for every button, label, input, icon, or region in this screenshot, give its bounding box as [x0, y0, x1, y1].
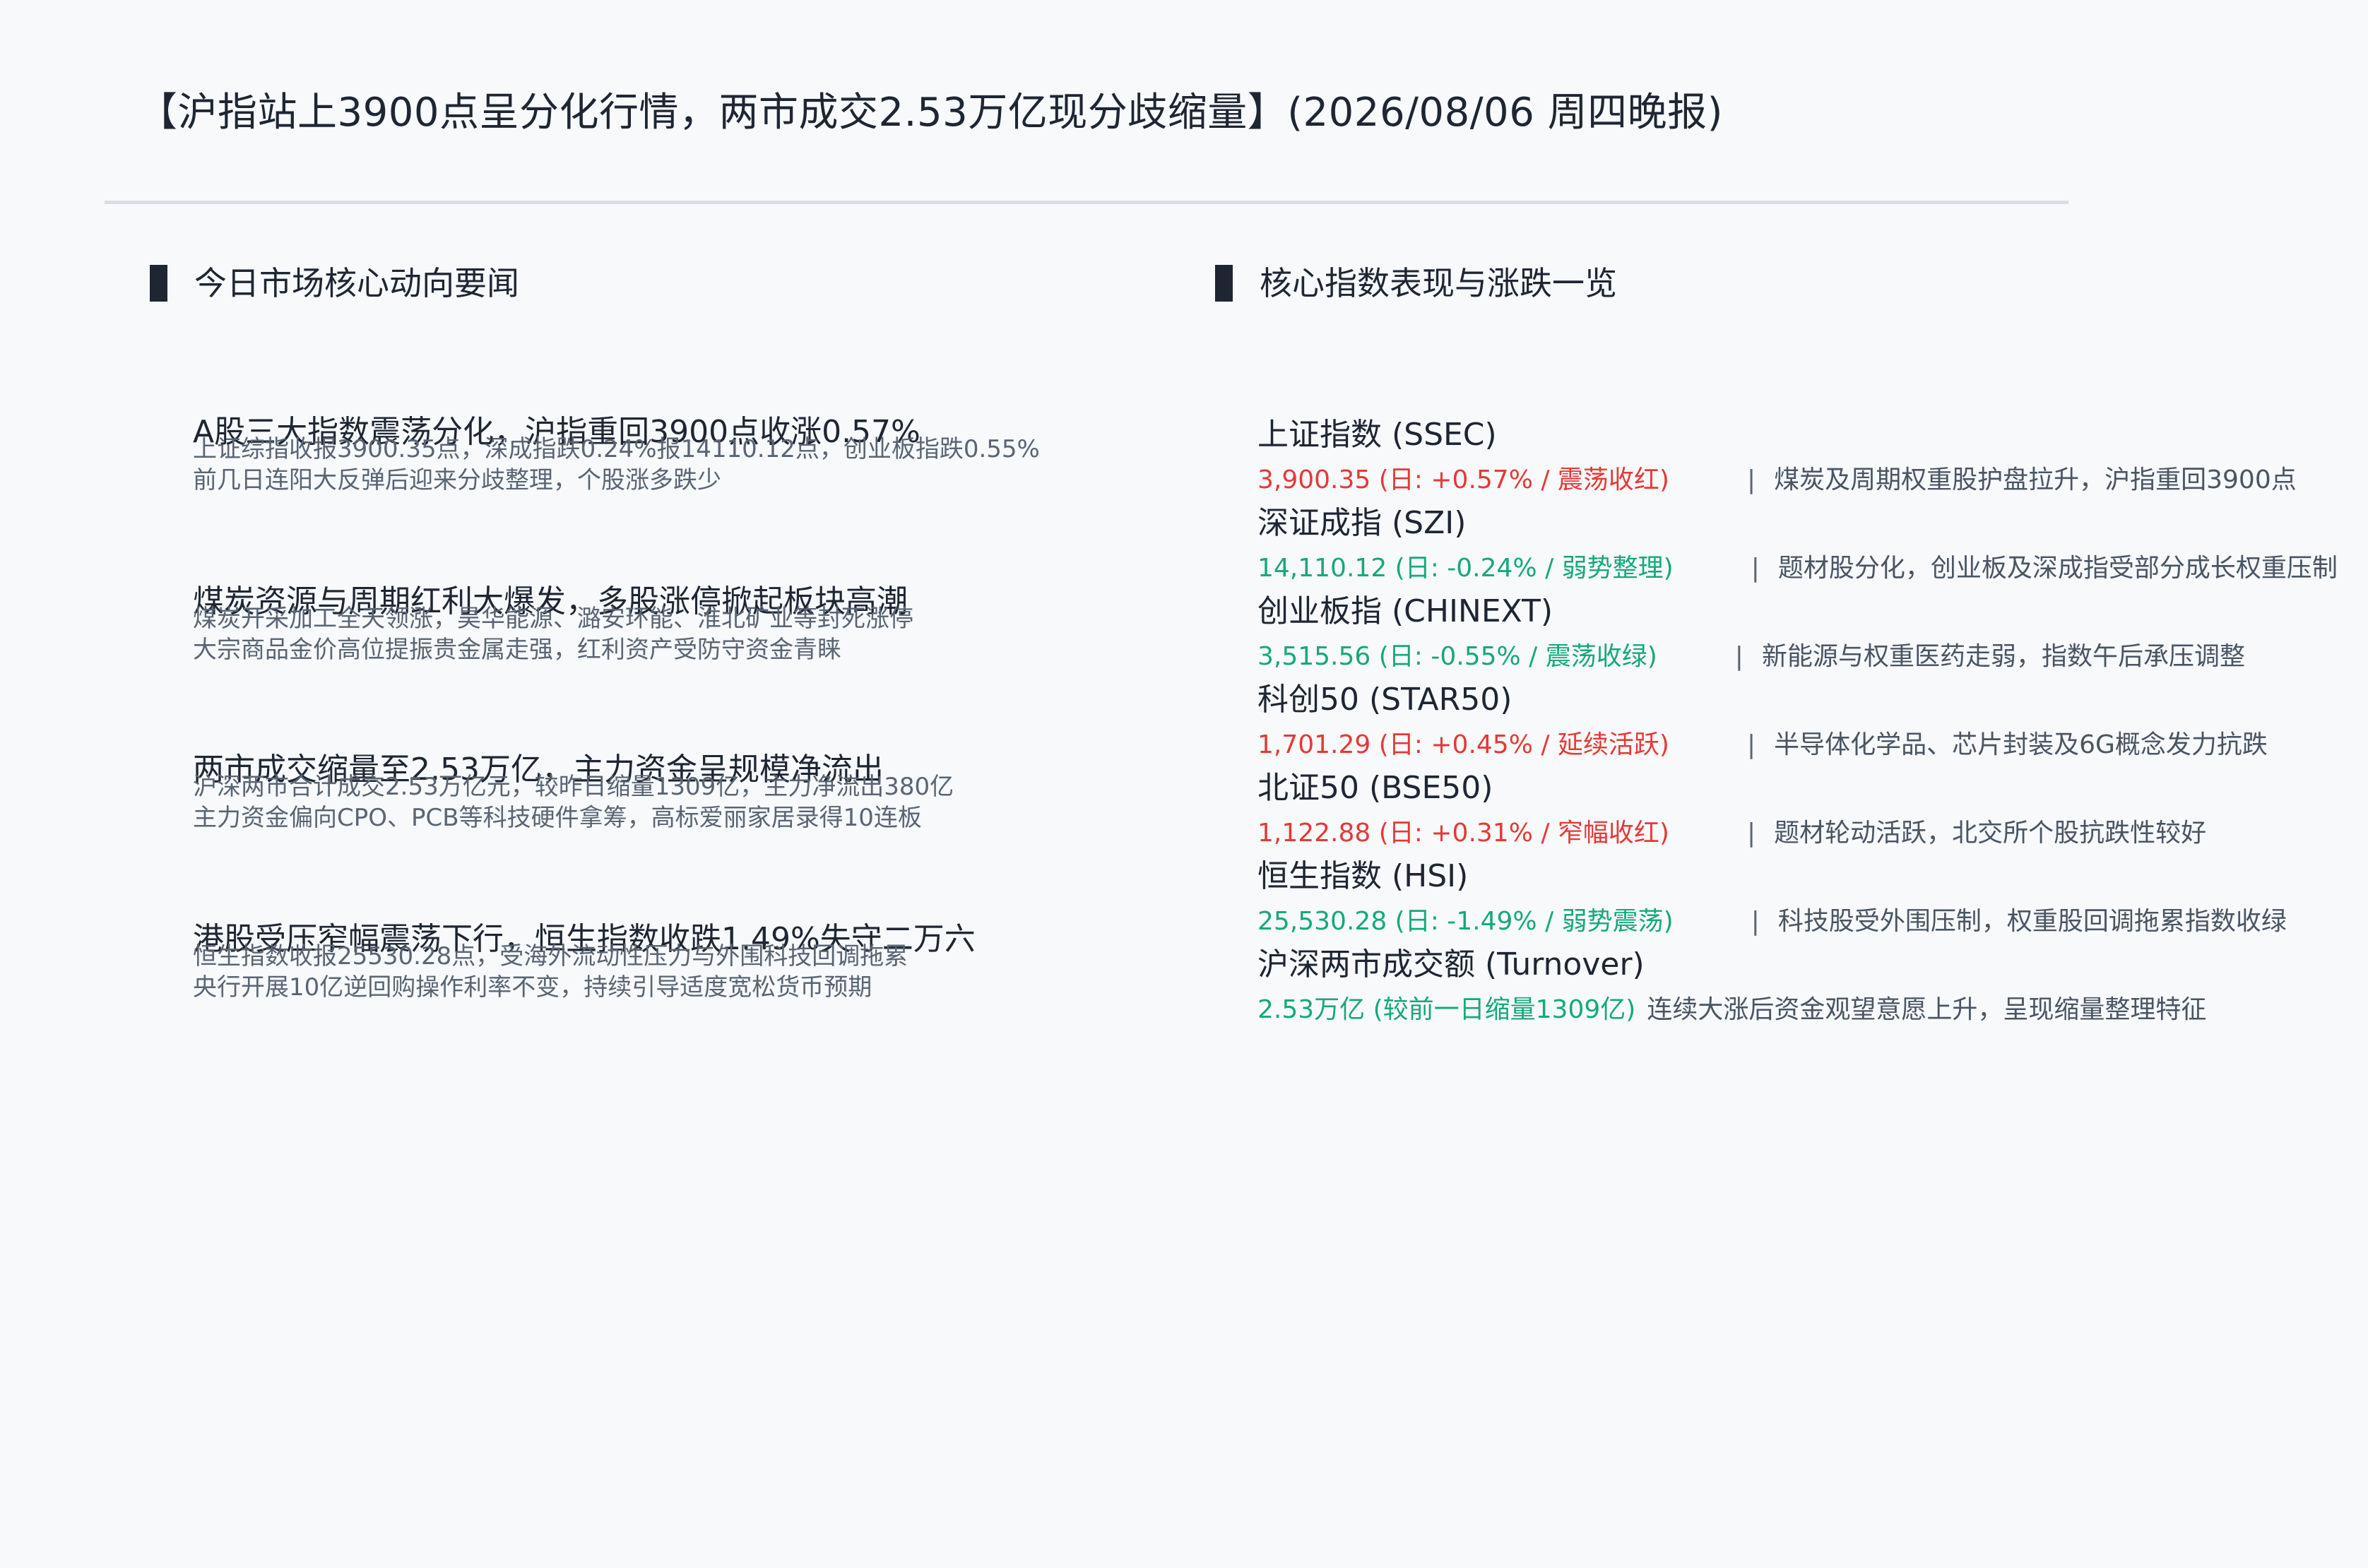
separator: |	[1746, 819, 1756, 848]
section-marker	[1215, 265, 1233, 302]
section-marker	[150, 265, 167, 302]
index-comment: 科技股受外围压制，权重股回调拖累指数收绿	[1777, 907, 2287, 936]
index-comment: 半导体化学品、芯片封装及6G概念发力抗跌	[1774, 730, 2268, 759]
index-row: 25,530.28 (日: -1.49% / 弱势震荡) | 科技股受外围压制，…	[1257, 905, 2360, 939]
index-value: 3,900.35 (日: +0.57% / 震荡收红)	[1257, 465, 1669, 494]
title-divider	[105, 201, 2068, 204]
news-item: 煤炭资源与周期红利大爆发，多股涨停掀起板块高潮 煤炭开采加工全天领涨，昊华能源、…	[193, 583, 1182, 665]
news-detail: 大宗商品金价高位提振贵金属走强，红利资产受防守资金青睐	[193, 636, 841, 664]
index-name: 深证成指 (SZI)	[1257, 505, 1467, 541]
news-detail: 恒生指数收报25530.28点，受海外流动性压力与外围科技回调拖累	[193, 942, 908, 970]
turnover-comment: 连续大涨后资金观望意愿上升，呈现缩量整理特征	[1647, 995, 2207, 1024]
index-row: 14,110.12 (日: -0.24% / 弱势整理) | 题材股分化，创业板…	[1257, 552, 2360, 586]
separator: |	[1746, 465, 1756, 494]
news-detail: 前几日连阳大反弹后迎来分歧整理，个股涨多跌少	[193, 466, 721, 494]
index-name: 创业板指 (CHINEXT)	[1257, 593, 1553, 629]
news-detail: 央行开展10亿逆回购操作利率不变，持续引导适度宽松货币预期	[193, 973, 872, 1002]
turnover-entry: 沪深两市成交额 (Turnover) 2.53万亿 (较前一日缩量1309亿) …	[1257, 945, 2360, 1027]
page-title: 【沪指站上3900点呈分化行情，两市成交2.53万亿现分歧缩量】(2026/08…	[138, 90, 1723, 136]
index-comment: 新能源与权重医药走弱，指数午后承压调整	[1761, 642, 2245, 671]
index-value: 25,530.28 (日: -1.49% / 弱势震荡)	[1257, 907, 1674, 936]
index-row: 3,900.35 (日: +0.57% / 震荡收红) | 煤炭及周期权重股护盘…	[1257, 463, 2360, 497]
index-entry: 恒生指数 (HSI) 25,530.28 (日: -1.49% / 弱势震荡) …	[1257, 857, 2360, 939]
news-detail: 主力资金偏向CPO、PCB等科技硬件拿筹，高标爱丽家居录得10连板	[193, 804, 922, 832]
index-name: 恒生指数 (HSI)	[1257, 858, 1469, 894]
index-value: 3,515.56 (日: -0.55% / 震荡收绿)	[1257, 642, 1657, 671]
index-name: 北证50 (BSE50)	[1257, 770, 1493, 806]
separator: |	[1751, 907, 1760, 936]
index-entry: 北证50 (BSE50) 1,122.88 (日: +0.31% / 窄幅收红)…	[1257, 768, 2360, 850]
index-comment: 题材股分化，创业板及深成指受部分成长权重压制	[1777, 554, 2338, 583]
index-row: 1,122.88 (日: +0.31% / 窄幅收红) | 题材轮动活跃，北交所…	[1257, 816, 2360, 850]
index-entry: 上证指数 (SSEC) 3,900.35 (日: +0.57% / 震荡收红) …	[1257, 415, 2360, 497]
news-item: 港股受压窄幅震荡下行，恒生指数收跌1.49%失守二万六 恒生指数收报25530.…	[193, 921, 1182, 1003]
turnover-value: 2.53万亿 (较前一日缩量1309亿)	[1257, 995, 1636, 1024]
index-name: 科创50 (STAR50)	[1257, 682, 1512, 718]
index-value: 1,701.29 (日: +0.45% / 延续活跃)	[1257, 730, 1669, 759]
news-section-title: 今日市场核心动向要闻	[194, 264, 519, 302]
index-value: 14,110.12 (日: -0.24% / 弱势整理)	[1257, 554, 1674, 583]
index-value: 1,122.88 (日: +0.31% / 窄幅收红)	[1257, 819, 1669, 848]
index-section-header: 核心指数表现与涨跌一览	[1215, 260, 1617, 307]
index-row: 1,701.29 (日: +0.45% / 延续活跃) | 半导体化学品、芯片封…	[1257, 728, 2360, 762]
news-detail: 煤炭开采加工全天领涨，昊华能源、潞安环能、淮北矿业等封死涨停	[193, 605, 913, 633]
news-detail: 沪深两市合计成交2.53万亿元，较昨日缩量1309亿，主力净流出380亿	[193, 773, 954, 801]
news-item: 两市成交缩量至2.53万亿，主力资金呈规模净流出 沪深两市合计成交2.53万亿元…	[193, 752, 1182, 833]
index-comment: 题材轮动活跃，北交所个股抗跌性较好	[1774, 819, 2207, 848]
index-row: 3,515.56 (日: -0.55% / 震荡收绿) | 新能源与权重医药走弱…	[1257, 640, 2360, 674]
index-section-title: 核心指数表现与涨跌一览	[1260, 264, 1617, 302]
news-detail: 上证综指收报3900.35点，深成指跌0.24%报14110.12点，创业板指跌…	[193, 435, 1040, 463]
news-section-header: 今日市场核心动向要闻	[150, 260, 519, 307]
index-comment: 煤炭及周期权重股护盘拉升，沪指重回3900点	[1774, 465, 2297, 494]
separator: |	[1751, 554, 1760, 583]
index-name: 上证指数 (SSEC)	[1257, 417, 1497, 453]
index-entry: 深证成指 (SZI) 14,110.12 (日: -0.24% / 弱势整理) …	[1257, 504, 2360, 586]
turnover-name: 沪深两市成交额 (Turnover)	[1257, 946, 1645, 982]
index-entry: 创业板指 (CHINEXT) 3,515.56 (日: -0.55% / 震荡收…	[1257, 592, 2360, 674]
separator: |	[1746, 730, 1756, 759]
news-item: A股三大指数震荡分化，沪指重回3900点收涨0.57% 上证综指收报3900.3…	[193, 414, 1182, 496]
index-entry: 科创50 (STAR50) 1,701.29 (日: +0.45% / 延续活跃…	[1257, 680, 2360, 762]
separator: |	[1734, 642, 1744, 671]
turnover-row: 2.53万亿 (较前一日缩量1309亿) 连续大涨后资金观望意愿上升，呈现缩量整…	[1257, 993, 2360, 1027]
